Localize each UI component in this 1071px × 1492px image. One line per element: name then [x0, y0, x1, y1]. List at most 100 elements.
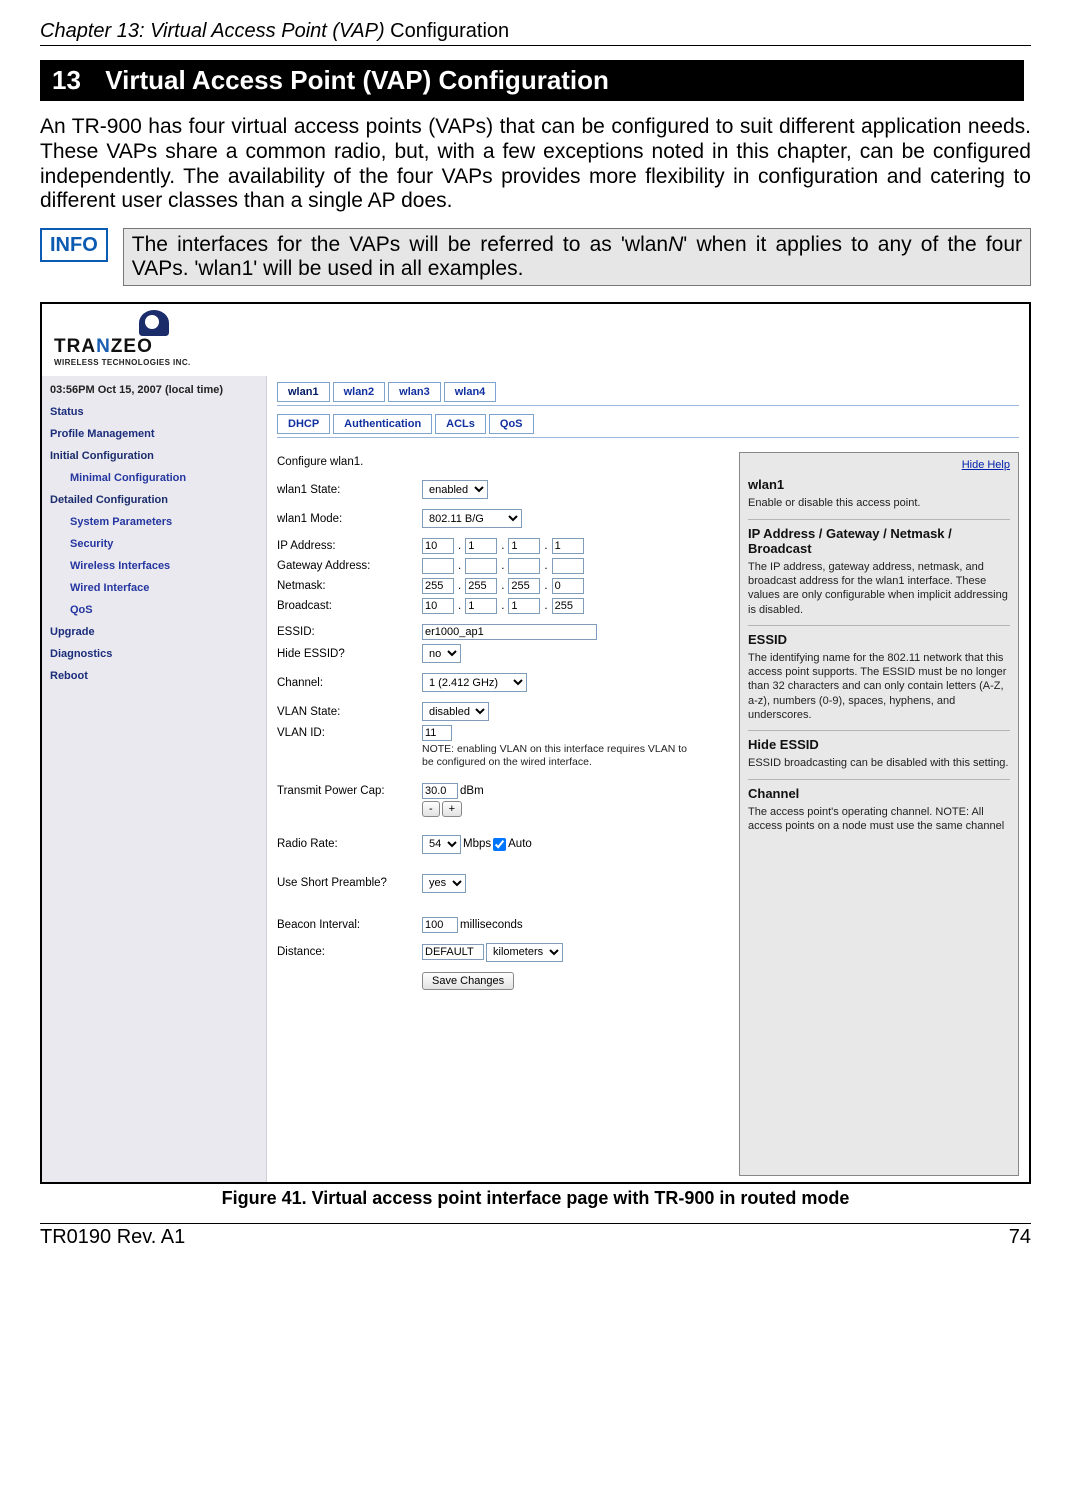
help-h-wlan1: wlan1 — [748, 477, 1010, 492]
subtab-dhcp[interactable]: DHCP — [277, 414, 330, 434]
bc-label: Broadcast: — [277, 600, 422, 612]
logo-blue: N — [96, 336, 111, 357]
rate-auto-checkbox[interactable] — [493, 838, 506, 851]
tx-plus-button[interactable]: + — [442, 801, 462, 817]
rate-unit: Mbps — [463, 838, 491, 850]
vlan-id-label: VLAN ID: — [277, 727, 422, 739]
sidebar-item-system[interactable]: System Parameters — [70, 516, 258, 528]
figure-caption: Figure 41. Virtual access point interfac… — [40, 1188, 1031, 1209]
logo-area: TRANZEO WIRELESS TECHNOLOGIES INC. — [42, 304, 1029, 376]
wlan-tabs: wlan1 wlan2 wlan3 wlan4 — [277, 382, 1019, 402]
hide-label: Hide ESSID? — [277, 648, 422, 660]
info-text-pre: The interfaces for the VAPs will be refe… — [132, 233, 668, 256]
essid-label: ESSID: — [277, 626, 422, 638]
beacon-input[interactable] — [422, 917, 458, 933]
gw-octet-1[interactable] — [422, 558, 454, 574]
gw-octet-2[interactable] — [465, 558, 497, 574]
info-badge: INFO — [40, 228, 108, 262]
subtabs: DHCP Authentication ACLs QoS — [277, 414, 1019, 434]
ip-octet-4[interactable] — [552, 538, 584, 554]
ip-octet-3[interactable] — [508, 538, 540, 554]
tab-wlan1[interactable]: wlan1 — [277, 382, 330, 402]
tx-input[interactable] — [422, 783, 458, 799]
chapter-header: Chapter 13: Virtual Access Point (VAP) C… — [40, 20, 1031, 46]
sidebar-item-minimal[interactable]: Minimal Configuration — [70, 472, 258, 484]
logo-word: TRANZEO — [54, 336, 153, 358]
help-h-ip: IP Address / Gateway / Netmask / Broadca… — [748, 526, 1010, 556]
form-column: Configure wlan1. wlan1 State: enabled wl… — [277, 446, 717, 1176]
hide-help-link[interactable]: Hide Help — [748, 459, 1010, 471]
preamble-select[interactable]: yes — [422, 874, 466, 893]
sidebar-group-initial: Initial Configuration — [50, 450, 258, 462]
sidebar-item-profile[interactable]: Profile Management — [50, 428, 258, 440]
sidebar: 03:56PM Oct 15, 2007 (local time) Status… — [42, 376, 267, 1182]
help-p-hide: ESSID broadcasting can be disabled with … — [748, 756, 1010, 770]
sidebar-item-wireless[interactable]: Wireless Interfaces — [70, 560, 258, 572]
rate-select[interactable]: 54 — [422, 835, 461, 854]
nm-octet-4[interactable] — [552, 578, 584, 594]
info-text-italic: N — [668, 233, 683, 256]
sidebar-time: 03:56PM Oct 15, 2007 (local time) — [50, 384, 258, 396]
ip-label: IP Address: — [277, 540, 422, 552]
help-p-channel: The access point's operating channel. NO… — [748, 805, 1010, 834]
ip-octet-1[interactable] — [422, 538, 454, 554]
channel-select[interactable]: 1 (2.412 GHz) — [422, 673, 527, 692]
sidebar-item-status[interactable]: Status — [50, 406, 258, 418]
logo-tagline: WIRELESS TECHNOLOGIES INC. — [54, 358, 191, 367]
gw-octet-3[interactable] — [508, 558, 540, 574]
gw-octet-4[interactable] — [552, 558, 584, 574]
nm-octet-2[interactable] — [465, 578, 497, 594]
bc-octet-3[interactable] — [508, 598, 540, 614]
nm-octet-3[interactable] — [508, 578, 540, 594]
section-title: 13 Virtual Access Point (VAP) Configurat… — [40, 60, 1031, 101]
main-content: wlan1 wlan2 wlan3 wlan4 DHCP Authenticat… — [267, 376, 1029, 1182]
help-h-essid: ESSID — [748, 632, 1010, 647]
sidebar-item-reboot[interactable]: Reboot — [50, 670, 258, 682]
footer-left: TR0190 Rev. A1 — [40, 1226, 185, 1249]
channel-label: Channel: — [277, 677, 422, 689]
sidebar-item-upgrade[interactable]: Upgrade — [50, 626, 258, 638]
bc-octet-2[interactable] — [465, 598, 497, 614]
save-button[interactable]: Save Changes — [422, 972, 514, 990]
tab-wlan2[interactable]: wlan2 — [333, 382, 386, 402]
logo-icon — [139, 310, 169, 336]
ip-octet-2[interactable] — [465, 538, 497, 554]
distance-unit-select[interactable]: kilometers — [486, 943, 563, 962]
help-p-ip: The IP address, gateway address, netmask… — [748, 560, 1010, 617]
nm-octet-1[interactable] — [422, 578, 454, 594]
essid-input[interactable] — [422, 624, 597, 640]
vlan-id-input[interactable] — [422, 725, 452, 741]
mode-label: wlan1 Mode: — [277, 513, 422, 525]
subtab-qos[interactable]: QoS — [489, 414, 534, 434]
tab-wlan4[interactable]: wlan4 — [444, 382, 497, 402]
info-row: INFO The interfaces for the VAPs will be… — [40, 228, 1031, 286]
screenshot: TRANZEO WIRELESS TECHNOLOGIES INC. 03:56… — [40, 302, 1031, 1184]
help-h-hide: Hide ESSID — [748, 737, 1010, 752]
state-label: wlan1 State: — [277, 484, 422, 496]
sidebar-item-qos[interactable]: QoS — [70, 604, 258, 616]
preamble-label: Use Short Preamble? — [277, 877, 422, 889]
intro-paragraph: An TR-900 has four virtual access points… — [40, 115, 1031, 214]
nm-label: Netmask: — [277, 580, 422, 592]
vlan-note: NOTE: enabling VLAN on this interface re… — [422, 743, 692, 768]
sidebar-item-security[interactable]: Security — [70, 538, 258, 550]
subtab-acls[interactable]: ACLs — [435, 414, 486, 434]
chapter-header-plain: Configuration — [385, 20, 510, 42]
vlan-state-label: VLAN State: — [277, 706, 422, 718]
tx-unit: dBm — [460, 785, 484, 797]
page-footer: TR0190 Rev. A1 74 — [40, 1223, 1031, 1249]
subtab-auth[interactable]: Authentication — [333, 414, 432, 434]
tx-minus-button[interactable]: - — [422, 801, 440, 817]
sidebar-item-wired[interactable]: Wired Interface — [70, 582, 258, 594]
distance-input[interactable] — [422, 944, 484, 960]
bc-octet-1[interactable] — [422, 598, 454, 614]
tab-wlan3[interactable]: wlan3 — [388, 382, 441, 402]
help-panel: Hide Help wlan1 Enable or disable this a… — [739, 452, 1019, 1176]
info-text: The interfaces for the VAPs will be refe… — [123, 228, 1031, 286]
state-select[interactable]: enabled — [422, 480, 488, 499]
vlan-state-select[interactable]: disabled — [422, 702, 489, 721]
bc-octet-4[interactable] — [552, 598, 584, 614]
sidebar-item-diagnostics[interactable]: Diagnostics — [50, 648, 258, 660]
mode-select[interactable]: 802.11 B/G — [422, 509, 522, 528]
hide-select[interactable]: no — [422, 644, 461, 663]
